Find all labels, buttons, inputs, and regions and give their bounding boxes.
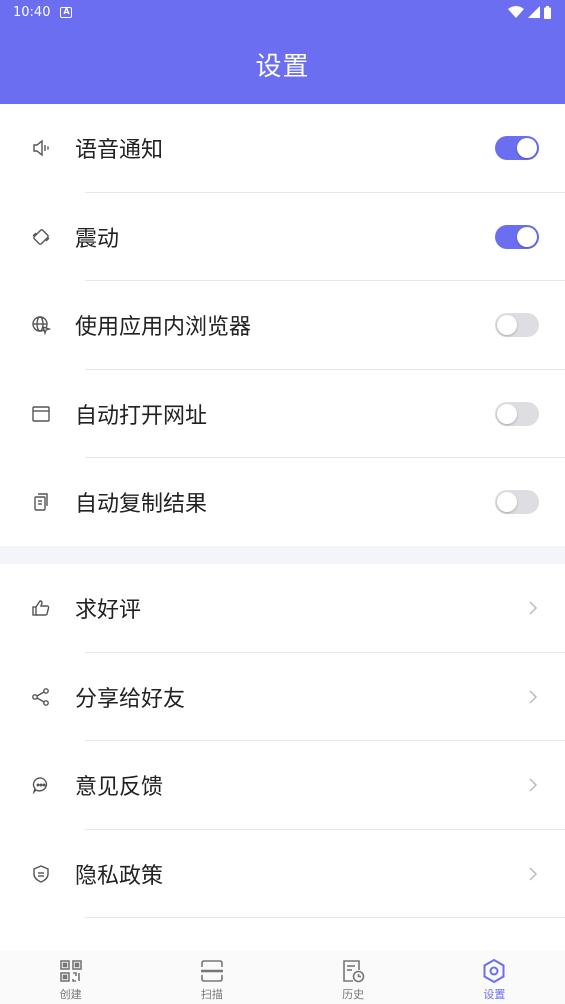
status-time: 10:40 [13,4,51,20]
setting-label: 求好评 [75,598,142,624]
setting-rate-app[interactable]: 求好评 [0,564,565,653]
status-left: 10:40 A [13,4,73,20]
setting-label: 自动复制结果 [75,492,208,518]
qr-code-icon [59,960,82,982]
setting-feedback[interactable]: 意见反馈 [0,741,565,830]
setting-label: 隐私政策 [75,863,164,889]
toggle-knob [517,226,537,247]
status-right [508,5,551,19]
tab-scan[interactable]: 扫描 [141,950,282,1004]
page-title: 设置 [255,51,310,82]
chevron-right-icon [529,690,538,704]
tab-label: 扫描 [200,988,223,1001]
in-app-browser-toggle[interactable] [495,313,539,338]
auto-copy-toggle[interactable] [495,490,539,515]
settings-gear-icon [483,958,505,984]
globe-cursor-icon [30,314,52,336]
toggle-knob [517,138,537,159]
feedback-chat-icon [30,774,52,796]
page-title-bar: 设置 [0,24,565,104]
toggle-settings-list: 语音通知 震动 使用应用内浏览器 自动打开网址 自动复制结果 [0,104,565,547]
browser-window-icon [30,403,52,425]
scan-icon [200,960,223,982]
setting-vibrate[interactable]: 震动 [0,193,565,281]
notification-a-icon: A [60,6,73,18]
cellular-signal-icon [528,6,540,18]
setting-voice-notification[interactable]: 语音通知 [0,104,565,193]
vibrate-icon [30,226,52,248]
chevron-right-icon [529,867,538,881]
shield-icon [30,863,52,885]
toggle-knob [497,492,517,513]
wifi-icon [508,6,524,18]
tab-label: 创建 [59,988,82,1001]
setting-label: 语音通知 [75,138,164,164]
setting-label: 震动 [75,226,120,252]
voice-notification-toggle[interactable] [495,136,539,161]
toggle-knob [497,403,517,424]
copy-icon [30,491,52,513]
divider [85,917,565,918]
link-settings-list: 求好评 分享给好友 意见反馈 隐私政策 [0,564,565,918]
section-gap [0,546,565,564]
setting-label: 意见反馈 [75,775,164,801]
battery-icon [544,5,551,19]
tab-settings[interactable]: 设置 [424,950,565,1004]
toggle-knob [497,315,517,336]
share-icon [30,686,52,708]
setting-label: 自动打开网址 [75,403,208,429]
tab-label: 历史 [342,988,365,1001]
speaker-icon [30,137,52,159]
tab-history[interactable]: 历史 [283,950,424,1004]
setting-label: 使用应用内浏览器 [75,315,252,341]
setting-privacy-policy[interactable]: 隐私政策 [0,830,565,918]
tab-create[interactable]: 创建 [0,950,141,1004]
bottom-tab-bar: 创建 扫描 历史 设置 [0,950,565,1004]
setting-auto-copy[interactable]: 自动复制结果 [0,458,565,547]
auto-open-url-toggle[interactable] [495,401,539,426]
chevron-right-icon [529,601,538,615]
setting-auto-open-url[interactable]: 自动打开网址 [0,370,565,458]
history-icon [343,960,365,983]
chevron-right-icon [529,778,538,792]
setting-in-app-browser[interactable]: 使用应用内浏览器 [0,281,565,370]
setting-share[interactable]: 分享给好友 [0,653,565,741]
status-bar: 10:40 A [0,0,565,24]
thumbs-up-icon [30,597,52,619]
setting-label: 分享给好友 [75,686,186,712]
tab-label: 设置 [483,988,506,1001]
vibrate-toggle[interactable] [495,224,539,249]
